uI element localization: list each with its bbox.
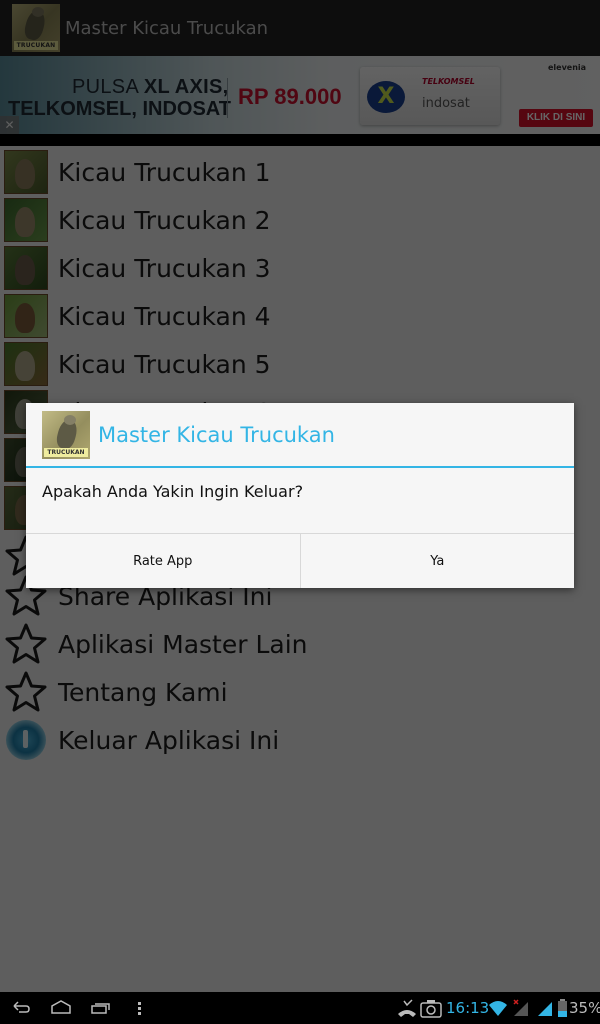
dialog-title-divider (26, 466, 574, 468)
system-bar: 16:13 35% (0, 992, 600, 1024)
screenshot-icon (420, 1000, 442, 1018)
missed-call-icon (398, 999, 416, 1017)
bird-head (64, 414, 76, 425)
status-time: 16:13 (446, 999, 490, 1017)
signal-no-sim-icon (513, 999, 528, 1016)
dialog-header: TRUCUKAN Master Kicau Trucukan (26, 403, 574, 466)
dialog-app-icon: TRUCUKAN (42, 410, 90, 459)
back-icon[interactable] (10, 998, 32, 1018)
ya-button[interactable]: Ya (299, 534, 575, 588)
dialog-button-bar: Rate App Ya (26, 533, 574, 588)
wifi-icon (489, 1001, 507, 1016)
dialog-icon-tag: TRUCUKAN (44, 447, 88, 457)
rate-app-button[interactable]: Rate App (26, 534, 300, 588)
signal-icon (538, 1002, 552, 1016)
menu-icon[interactable] (134, 998, 144, 1018)
exit-dialog: TRUCUKAN Master Kicau Trucukan Apakah An… (26, 403, 574, 588)
recent-apps-icon[interactable] (90, 998, 112, 1018)
battery-icon (558, 999, 567, 1017)
battery-percent: 35% (569, 999, 600, 1017)
dialog-title: Master Kicau Trucukan (98, 422, 335, 447)
home-icon[interactable] (50, 998, 72, 1018)
dialog-message: Apakah Anda Yakin Ingin Keluar? (42, 482, 304, 501)
